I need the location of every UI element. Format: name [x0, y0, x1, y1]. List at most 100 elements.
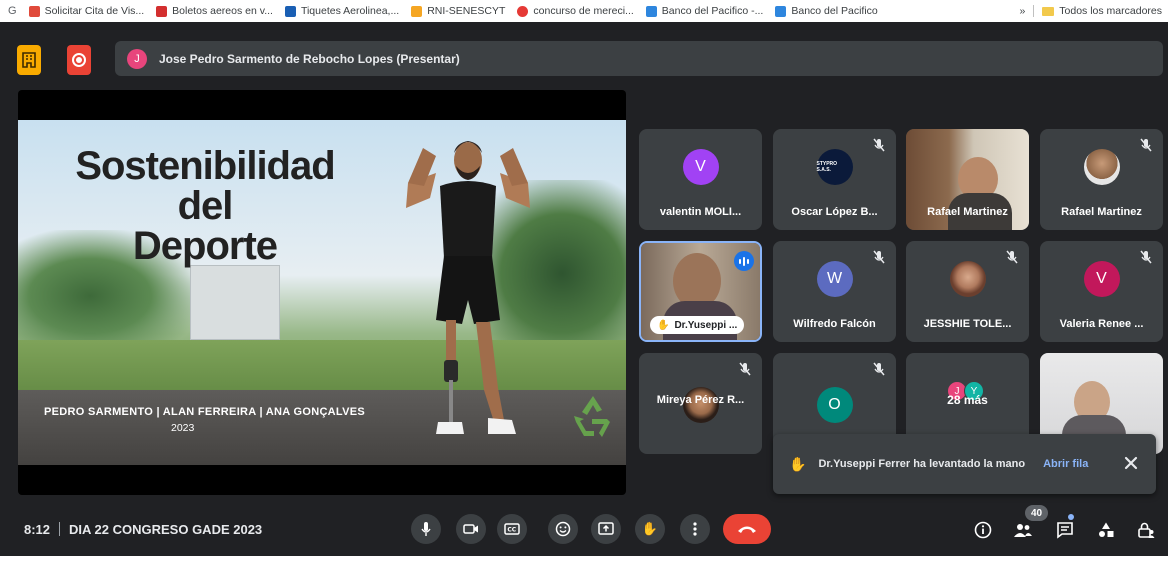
recycle-icon — [574, 396, 610, 437]
bookmark-label: RNI-SENESCYT — [427, 5, 506, 17]
company-logo-avatar: STYPRO S.A.S. — [816, 149, 853, 185]
participant-name: Dr.Yuseppi ... — [674, 319, 738, 331]
separator — [59, 522, 61, 536]
participant-tile[interactable]: V Valeria Renee ... — [1040, 241, 1163, 342]
bookmark-item[interactable]: Solicitar Cita de Vis... — [28, 5, 144, 17]
participant-tile[interactable]: Mireya Pérez R... — [639, 353, 762, 454]
chat-icon — [1057, 522, 1073, 539]
slide-authors: PEDRO SARMENTO | ALAN FERREIRA | ANA GON… — [44, 406, 366, 418]
speaking-indicator-icon — [734, 251, 754, 271]
slide-title-line: Sostenibilidad — [75, 144, 335, 188]
bookmark-favicon-icon — [645, 5, 657, 17]
record-icon — [72, 53, 86, 67]
raised-hand-toast: ✋ Dr.Yuseppi Ferrer ha levantado la mano… — [773, 434, 1156, 494]
participant-name: Oscar López B... — [791, 206, 878, 218]
people-button[interactable] — [1011, 518, 1035, 542]
present-screen-button[interactable] — [591, 514, 621, 544]
bookmark-label: Boletos aereos en v... — [172, 5, 273, 17]
mic-off-icon — [1140, 250, 1152, 264]
bookmark-item[interactable]: RNI-SENESCYT — [411, 5, 505, 17]
meeting-details-button[interactable] — [971, 518, 995, 542]
svg-text:CC: CC — [507, 527, 516, 534]
present-screen-icon — [598, 522, 614, 535]
participant-tile-video[interactable]: Rafael Martinez — [906, 129, 1029, 230]
participant-avatar: V — [682, 149, 719, 185]
camera-button[interactable] — [456, 514, 486, 544]
apps-icon[interactable]: G — [8, 5, 17, 17]
open-queue-button[interactable]: Abrir fila — [1043, 458, 1088, 470]
presentation-banner[interactable]: J Jose Pedro Sarmento de Rebocho Lopes (… — [115, 41, 1163, 76]
athlete-figure — [406, 141, 530, 434]
participant-avatar: W — [816, 261, 853, 297]
participant-name: Valeria Renee ... — [1059, 318, 1144, 330]
more-vert-icon — [693, 522, 697, 536]
participant-tile-video-speaking[interactable]: ✋ Dr.Yuseppi ... — [639, 241, 762, 342]
leave-call-button[interactable] — [723, 514, 771, 544]
lock-person-icon — [1138, 522, 1155, 538]
more-participants-count: 28 más — [947, 393, 988, 407]
all-bookmarks-link[interactable]: Todos los marcadores — [1059, 5, 1162, 17]
emoji-icon — [555, 521, 571, 537]
bookmark-favicon-icon — [28, 5, 40, 17]
participant-tile[interactable]: JESSHIE TOLE... — [906, 241, 1029, 342]
bookmarks-right: » Todos los marcadores — [1019, 0, 1162, 22]
participant-photo-avatar — [1083, 149, 1120, 185]
chat-button[interactable] — [1053, 518, 1077, 542]
microphone-button[interactable] — [411, 514, 441, 544]
participant-name: Rafael Martinez — [1061, 206, 1142, 218]
bookmark-item[interactable]: Tiquetes Aerolinea,... — [284, 5, 400, 17]
host-controls-button[interactable] — [1134, 518, 1158, 542]
hand-icon: ✋ — [641, 521, 659, 536]
meeting-name: DIA 22 CONGRESO GADE 2023 — [69, 522, 263, 537]
participant-avatar: O — [816, 387, 853, 423]
people-icon — [1014, 524, 1032, 537]
mic-off-icon — [1140, 138, 1152, 152]
participant-tile[interactable]: V valentin MOLI... — [639, 129, 762, 230]
more-options-button[interactable] — [680, 514, 710, 544]
presenter-label: Jose Pedro Sarmento de Rebocho Lopes (Pr… — [159, 51, 460, 66]
meeting-time: 8:12 — [24, 522, 51, 537]
bookmark-item[interactable]: Boletos aereos en v... — [156, 5, 273, 17]
participant-photo-avatar — [949, 261, 986, 297]
chat-notification-dot — [1068, 514, 1074, 520]
close-icon[interactable] — [1122, 454, 1140, 472]
info-icon — [974, 521, 992, 539]
bookmark-label: Banco del Pacifico — [791, 5, 878, 17]
mic-off-icon — [1006, 250, 1018, 264]
captions-button[interactable]: CC — [497, 514, 527, 544]
raise-hand-button[interactable]: ✋ — [635, 514, 665, 544]
activities-panel-button[interactable] — [1094, 518, 1118, 542]
participant-tile[interactable]: Rafael Martinez — [1040, 129, 1163, 230]
shapes-icon — [1099, 522, 1114, 537]
recording-indicator-button[interactable] — [67, 45, 91, 75]
hand-icon: ✋ — [789, 455, 807, 472]
slide-title-line: Deporte — [132, 224, 278, 268]
hand-icon: ✋ — [657, 319, 670, 331]
participant-avatar: V — [1083, 261, 1120, 297]
mic-off-icon — [739, 362, 751, 376]
slide-title-line: del — [177, 184, 234, 228]
activities-button[interactable] — [17, 45, 41, 75]
presentation-stage[interactable]: Sostenibilidad del Deporte PEDRO SARMENT… — [18, 90, 626, 495]
bookmark-label: Banco del Pacifico -... — [661, 5, 764, 17]
bookmark-item[interactable]: Banco del Pacifico — [775, 5, 878, 17]
participant-tile[interactable]: STYPRO S.A.S. Oscar López B... — [773, 129, 896, 230]
window-bottom-edge — [0, 556, 1168, 565]
participant-tile[interactable]: W Wilfredo Falcón — [773, 241, 896, 342]
participant-name: valentin MOLI... — [659, 206, 742, 218]
bottom-control-bar: 8:12 DIA 22 CONGRESO GADE 2023 CC ✋ 40 — [0, 505, 1168, 555]
hang-up-icon — [738, 526, 756, 533]
logo-text: STYPRO S.A.S. — [816, 161, 838, 173]
presenter-avatar: J — [127, 48, 147, 69]
bookmark-item[interactable]: Banco del Pacifico -... — [645, 5, 764, 17]
bookmark-favicon-icon — [411, 5, 423, 17]
mic-off-icon — [873, 362, 885, 376]
bookmark-label: Tiquetes Aerolinea,... — [300, 5, 400, 17]
captions-icon: CC — [504, 523, 520, 535]
raised-hand-chip: ✋ Dr.Yuseppi ... — [650, 316, 745, 334]
bookmarks-overflow-button[interactable]: » — [1019, 5, 1025, 17]
participant-name: Wilfredo Falcón — [793, 318, 876, 330]
bookmark-item[interactable]: concurso de mereci... — [517, 5, 634, 17]
microphone-icon — [421, 522, 431, 536]
reactions-button[interactable] — [548, 514, 578, 544]
